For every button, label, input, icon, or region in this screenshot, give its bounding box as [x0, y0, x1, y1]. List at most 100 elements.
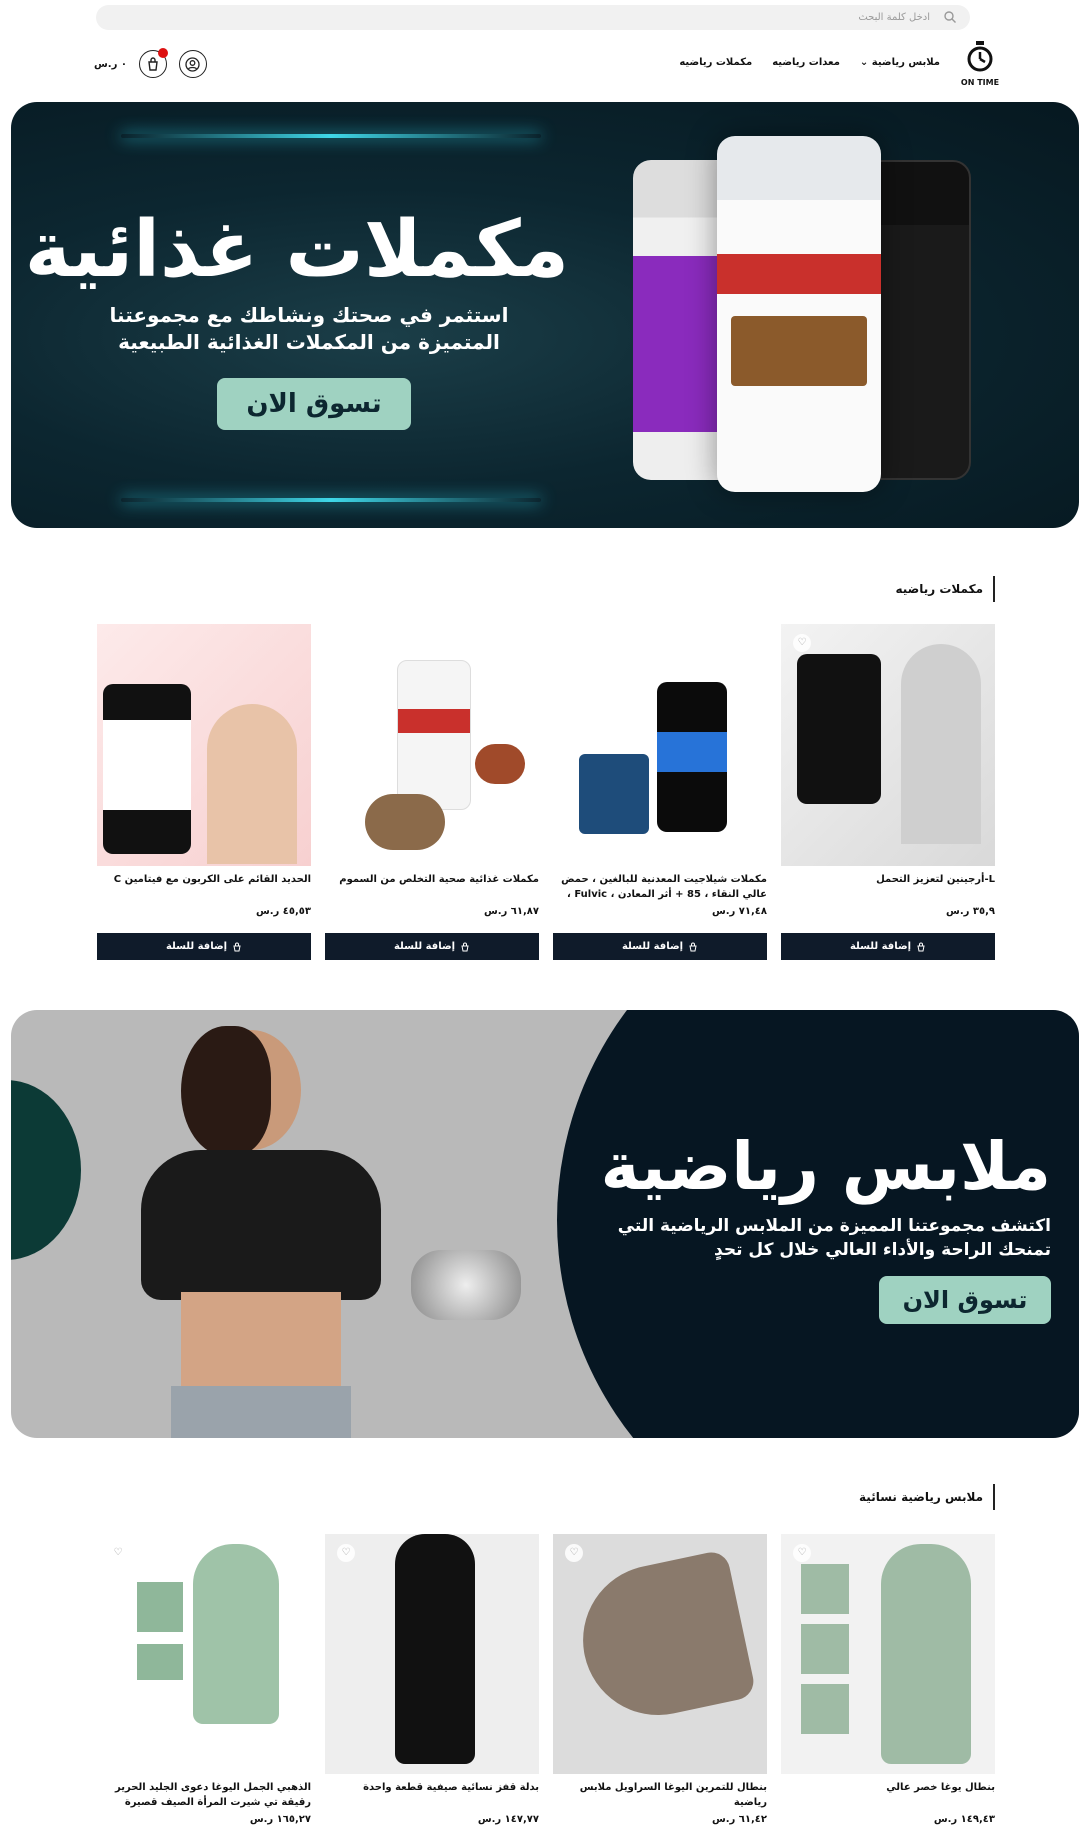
- product-bottle: [657, 682, 727, 832]
- add-to-cart-button[interactable]: إضافة للسلة: [553, 933, 767, 960]
- bottle-label-brown: [731, 316, 867, 386]
- bottle-label-red: [398, 709, 470, 733]
- cart-total: ٠ ر.س: [94, 58, 127, 70]
- product-price: ٦١,٤٢ ر.س: [711, 1814, 767, 1825]
- product-image[interactable]: [553, 624, 767, 866]
- heart-icon[interactable]: ♡: [565, 1544, 583, 1562]
- main-nav: ملابس رياضية ⌄ معدات رياضيه مكملات رياضي…: [679, 57, 940, 68]
- account-button[interactable]: [178, 50, 207, 78]
- crop-top: [141, 1150, 381, 1300]
- hero-title: مكملات غذائية: [24, 205, 570, 295]
- stopwatch-icon: [967, 41, 993, 72]
- product-card[interactable]: ♡ بنطال للتمرين اليوغا السراويل ملابس ري…: [553, 1534, 767, 1825]
- cart-icon: [461, 942, 469, 951]
- product-name[interactable]: مكملات غذائية صحية التخلص من السموم: [325, 872, 539, 902]
- search-icon: [944, 11, 956, 23]
- hero-sportswear: ملابس رياضية اكتشف مجموعتنا المميزة من ا…: [11, 1010, 1079, 1438]
- cart-icon: [689, 942, 697, 951]
- cart-badge: [157, 48, 168, 58]
- model-figure: [193, 1544, 279, 1724]
- nav-item-sportswear[interactable]: ملابس رياضية ⌄: [860, 57, 940, 68]
- dumbbell: [411, 1250, 521, 1320]
- heart-icon[interactable]: ♡: [793, 634, 811, 652]
- roots-pile: [365, 794, 445, 850]
- nav-label: ملابس رياضية: [871, 57, 940, 68]
- nav-item-supplements[interactable]: مكملات رياضيه: [679, 57, 752, 68]
- product-bottle-white: [717, 136, 881, 492]
- tshirt-flat: [137, 1582, 183, 1632]
- add-label: إضافة للسلة: [849, 941, 912, 952]
- product-card[interactable]: الحديد القائم على الكربون مع فيتامين C ٤…: [97, 624, 311, 960]
- product-image[interactable]: [325, 624, 539, 866]
- product-name[interactable]: مكملات شيلاجيت المعدنية للبالغين ، حمض ع…: [553, 872, 767, 902]
- logo-text: ON TIME: [960, 78, 1000, 87]
- heart-icon[interactable]: ♡: [109, 1544, 127, 1562]
- nav-item-equipment[interactable]: معدات رياضيه: [772, 57, 840, 68]
- bottle-label-red: [717, 254, 881, 294]
- woman-figure: [131, 1026, 431, 1438]
- product-image[interactable]: ♡: [781, 624, 995, 866]
- product-card[interactable]: مكملات شيلاجيت المعدنية للبالغين ، حمض ع…: [553, 624, 767, 960]
- add-to-cart-button[interactable]: إضافة للسلة: [97, 933, 311, 960]
- product-card[interactable]: ♡ L-أرجينين لتعزيز التحمل ٣٥,٩ ر.س إضافة…: [781, 624, 995, 960]
- add-to-cart-button[interactable]: إضافة للسلة: [781, 933, 995, 960]
- logo[interactable]: ON TIME: [960, 40, 1000, 87]
- search-input[interactable]: ادخل كلمة البحث: [858, 12, 930, 23]
- chevron-down-icon: ⌄: [859, 57, 869, 68]
- product-name[interactable]: الحديد القائم على الكربون مع فيتامين C: [97, 872, 311, 902]
- glow-line-top: [121, 134, 541, 138]
- heart-icon[interactable]: ♡: [337, 1544, 355, 1562]
- add-label: إضافة للسلة: [621, 941, 684, 952]
- cart-button[interactable]: [138, 48, 168, 78]
- leggings: [171, 1386, 351, 1438]
- product-image[interactable]: ♡: [97, 1534, 311, 1774]
- product-price: ٧١,٤٨ ر.س: [711, 906, 767, 917]
- shop-now-button[interactable]: تسوق الان: [879, 1276, 1051, 1324]
- cart-icon: [233, 942, 241, 951]
- swatch-2: [801, 1624, 849, 1674]
- heart-icon[interactable]: ♡: [793, 1544, 811, 1562]
- midriff: [181, 1292, 341, 1392]
- cart-icon: [148, 57, 158, 71]
- shorts-flat: [137, 1644, 183, 1680]
- add-label: إضافة للسلة: [393, 941, 456, 952]
- product-bottle: [103, 684, 191, 854]
- product-image[interactable]: ♡: [325, 1534, 539, 1774]
- product-name[interactable]: L-أرجينين لتعزيز التحمل: [781, 872, 995, 902]
- product-bottle: [797, 654, 881, 804]
- bottle-label-blue: [657, 732, 727, 772]
- product-name[interactable]: بنطال يوغا خصر عالي: [781, 1780, 995, 1810]
- product-name[interactable]: الذهبي الجمل اليوغا دعوى الجليد الحرير ر…: [97, 1780, 311, 1810]
- product-image[interactable]: ♡: [781, 1534, 995, 1774]
- model-jumpsuit: [395, 1534, 475, 1764]
- shop-now-button[interactable]: تسوق الان: [217, 378, 411, 430]
- product-name[interactable]: بدلة قفز نسائية صيفية قطعة واحدة: [325, 1780, 539, 1810]
- liver-image: [475, 744, 525, 784]
- product-image[interactable]: [97, 624, 311, 866]
- add-to-cart-button[interactable]: إضافة للسلة: [325, 933, 539, 960]
- product-card[interactable]: مكملات غذائية صحية التخلص من السموم ٦١,٨…: [325, 624, 539, 960]
- product-grid-womens: ♡ بنطال يوغا خصر عالي ١٤٩,٤٣ ر.س ♡ بنطال…: [95, 1534, 995, 1825]
- product-card[interactable]: ♡ بدلة قفز نسائية صيفية قطعة واحدة ١٤٧,٧…: [325, 1534, 539, 1825]
- product-image[interactable]: ♡: [553, 1534, 767, 1774]
- person-figure: [207, 704, 297, 864]
- search-bar[interactable]: ادخل كلمة البحث: [96, 5, 970, 30]
- add-label: إضافة للسلة: [165, 941, 228, 952]
- product-name[interactable]: بنطال للتمرين اليوغا السراويل ملابس رياض…: [553, 1780, 767, 1810]
- model-legs: [881, 1544, 971, 1764]
- hero-title: ملابس رياضية: [600, 1128, 1051, 1205]
- header-actions: ٠ ر.س: [94, 48, 207, 78]
- product-card[interactable]: ♡ الذهبي الجمل اليوغا دعوى الجليد الحرير…: [97, 1534, 311, 1825]
- cart-icon: [917, 942, 925, 951]
- user-icon: [185, 56, 201, 72]
- product-card[interactable]: ♡ بنطال يوغا خصر عالي ١٤٩,٤٣ ر.س: [781, 1534, 995, 1825]
- decor-circle-left: [11, 1080, 81, 1260]
- product-grid-supplements: ♡ L-أرجينين لتعزيز التحمل ٣٥,٩ ر.س إضافة…: [95, 624, 995, 960]
- product-price: ١٤٧,٧٧ ر.س: [477, 1814, 539, 1825]
- swatch-3: [801, 1684, 849, 1734]
- product-price: ١٦٥,٢٧ ر.س: [249, 1814, 311, 1825]
- section-title-womens-sportswear: ملابس رياضية نسائية: [859, 1484, 995, 1510]
- product-jar-small: [579, 754, 649, 834]
- glow-line-bottom: [121, 498, 541, 502]
- model-legs: [569, 1549, 757, 1729]
